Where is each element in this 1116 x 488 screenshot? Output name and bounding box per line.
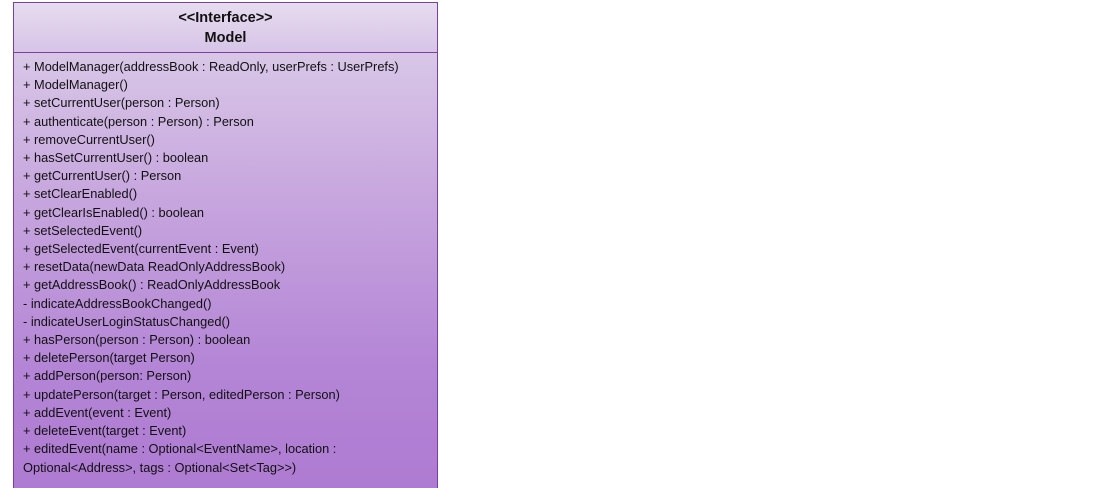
method-item: + resetData(newData ReadOnlyAddressBook)	[23, 259, 286, 275]
method-item: + addEvent(event : Event)	[23, 404, 172, 420]
method-item: + setClearEnabled()	[23, 186, 138, 202]
class-name: Model	[204, 30, 247, 46]
method-item: + deleteEvent(target : Event)	[23, 423, 187, 439]
method-item: - indicateAddressBookChanged()	[23, 295, 212, 311]
method-item: + hasPerson(person : Person) : boolean	[23, 332, 251, 348]
method-item: - indicateUserLoginStatusChanged()	[23, 313, 230, 329]
method-item: + ModelManager(addressBook : ReadOnly, u…	[23, 59, 399, 74]
method-item: + deletePerson(target Person)	[23, 350, 195, 366]
method-item: + hasSetCurrentUser() : boolean	[23, 150, 209, 166]
method-list: + ModelManager(addressBook : ReadOnly, u…	[14, 53, 437, 477]
method-item: + updatePerson(target : Person, editedPe…	[23, 386, 340, 402]
method-item: + authenticate(person : Person) : Person	[23, 113, 254, 129]
method-item: + getAddressBook() : ReadOnlyAddressBook	[23, 277, 281, 293]
method-item: + getSelectedEvent(currentEvent : Event)	[23, 241, 259, 257]
method-item: + setCurrentUser(person : Person)	[23, 95, 220, 111]
uml-class-box: <<Interface>> Model + ModelManager(addre…	[13, 2, 438, 488]
class-stereotype: <<Interface>>	[178, 10, 273, 26]
method-item: + getClearIsEnabled() : boolean	[23, 204, 205, 220]
method-item: + editedEvent(name : Optional<EventName>…	[23, 441, 337, 475]
method-item: + addPerson(person: Person)	[23, 368, 192, 384]
method-item: + setSelectedEvent()	[23, 222, 143, 238]
method-item: + ModelManager()	[23, 77, 128, 93]
method-item: + removeCurrentUser()	[23, 131, 155, 147]
method-item: + getCurrentUser() : Person	[23, 168, 182, 184]
uml-class-header: <<Interface>> Model	[14, 3, 437, 53]
